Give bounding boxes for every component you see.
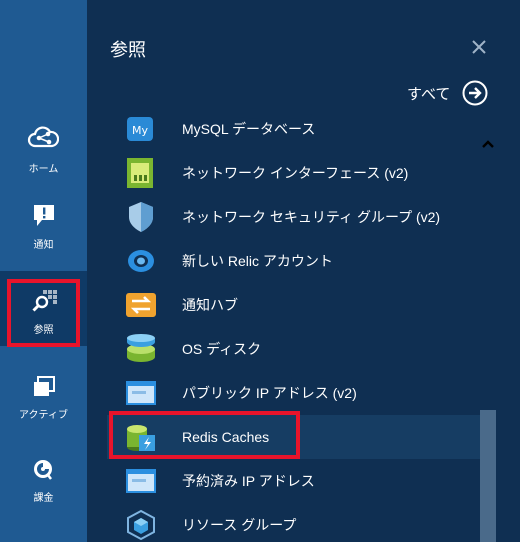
nav-home[interactable]: ホーム <box>0 118 87 188</box>
list-item-label: MySQL データベース <box>182 121 316 137</box>
highlight-box-redis <box>109 411 300 459</box>
list-item-label: ネットワーク セキュリティ グループ (v2) <box>182 209 441 225</box>
list-item[interactable]: ネットワーク セキュリティ グループ (v2) <box>107 195 480 239</box>
nav-active[interactable]: アクティブ <box>0 370 87 440</box>
svg-text:My: My <box>132 124 148 137</box>
nav-label: 通知 <box>33 240 54 251</box>
show-all-label: すべて <box>407 85 451 103</box>
list-item[interactable]: 新しい Relic アカウント <box>107 239 480 283</box>
nav-label: 課金 <box>33 493 54 504</box>
resource-group-icon <box>127 509 155 541</box>
mysql-icon: My <box>127 117 153 141</box>
notification-icon <box>34 205 54 226</box>
public-ip-icon <box>126 381 156 405</box>
list-item-label: 新しい Relic アカウント <box>182 253 333 269</box>
security-shield-icon <box>129 202 153 232</box>
network-interface-icon <box>127 158 153 188</box>
panel-title: 参照 <box>110 40 146 60</box>
list-item-label: パブリック IP アドレス (v2) <box>182 385 357 401</box>
new-relic-icon <box>128 250 154 272</box>
list-item-label: リソース グループ <box>182 517 297 533</box>
active-windows-icon <box>34 376 55 396</box>
list-item[interactable]: OS ディスク <box>107 327 480 371</box>
list-item[interactable]: My MySQL データベース <box>107 113 480 151</box>
nav-label: ホーム <box>28 164 59 175</box>
nav-label: アクティブ <box>19 410 68 421</box>
highlight-box-browse <box>7 279 80 347</box>
list-item[interactable]: 通知ハブ <box>107 283 480 327</box>
left-nav: ホーム 通知 参照 アクティブ 課金 <box>0 0 87 542</box>
list-item-label: OS ディスク <box>182 341 262 357</box>
arrow-right-icon <box>462 80 488 106</box>
list-item-label: ネットワーク インターフェース (v2) <box>182 165 409 181</box>
list-item[interactable]: 予約済み IP アドレス <box>107 459 480 503</box>
scrollbar-thumb[interactable] <box>480 410 496 542</box>
list-item[interactable]: リソース グループ <box>107 503 480 542</box>
notification-hub-icon <box>126 293 156 317</box>
scroll-up-icon[interactable] <box>481 139 495 149</box>
reserved-ip-icon <box>126 469 156 493</box>
close-icon[interactable] <box>470 38 488 56</box>
resource-list: My MySQL データベース ネットワーク インターフェース (v2) ネット… <box>107 113 480 542</box>
list-item[interactable]: パブリック IP アドレス (v2) <box>107 371 480 415</box>
show-all-link[interactable]: すべて <box>407 80 488 106</box>
cloud-icon <box>27 126 59 148</box>
nav-billing[interactable]: 課金 <box>0 453 87 523</box>
list-item[interactable]: ネットワーク インターフェース (v2) <box>107 151 480 195</box>
list-item-label: 通知ハブ <box>182 297 238 313</box>
os-disk-icon <box>127 334 155 362</box>
browse-panel: 参照 すべて My MySQL データベース ネットワーク インターフェース (… <box>87 0 520 542</box>
nav-notifications[interactable]: 通知 <box>0 196 87 266</box>
list-item-label: 予約済み IP アドレス <box>182 473 315 489</box>
billing-icon <box>34 460 52 480</box>
